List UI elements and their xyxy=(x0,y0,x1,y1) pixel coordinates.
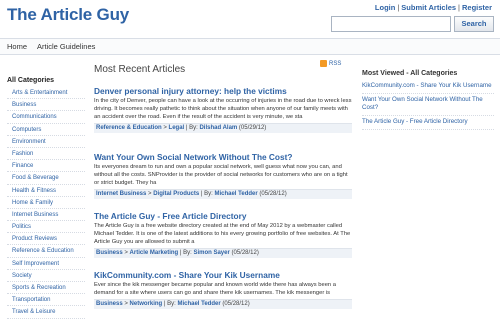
site-logo[interactable]: The Article Guy xyxy=(7,5,129,25)
article-meta: Internet Business > Digital Products | B… xyxy=(94,189,352,199)
sidebar-item-transportation[interactable]: Transportation xyxy=(7,294,85,307)
article-date: (05/28/12) xyxy=(259,191,287,197)
article-meta: Business > Article Marketing | By: Simon… xyxy=(94,248,352,258)
article-category-link[interactable]: Business xyxy=(96,301,123,307)
most-viewed-item[interactable]: The Article Guy - Free Article Directory xyxy=(362,116,494,130)
article-category-link[interactable]: Business xyxy=(96,250,123,256)
sidebar-item-internet-business[interactable]: Internet Business xyxy=(7,209,85,222)
article-author-link[interactable]: Michael Tedder xyxy=(214,191,257,197)
article-subcategory-link[interactable]: Digital Products xyxy=(153,191,199,197)
search-button[interactable]: Search xyxy=(454,16,494,32)
sidebar-item-home-family[interactable]: Home & Family xyxy=(7,197,85,209)
article-meta: Reference & Education > Legal | By: Dils… xyxy=(94,123,352,133)
article-item: The Article Guy - Free Article Directory… xyxy=(94,211,352,258)
article-item: Want Your Own Social Network Without The… xyxy=(94,152,352,199)
article-subcategory-link[interactable]: Networking xyxy=(130,301,163,307)
sidebar-item-arts-entertainment[interactable]: Arts & Entertainment xyxy=(7,87,85,100)
sidebar-item-business[interactable]: Business xyxy=(7,99,85,112)
sidebar-item-reference-education[interactable]: Reference & Education xyxy=(7,245,85,258)
most-viewed-item[interactable]: Want Your Own Social Network Without The… xyxy=(362,94,494,116)
article-item: KikCommunity.com - Share Your Kik Userna… xyxy=(94,270,352,309)
article-date: (05/29/12) xyxy=(238,125,267,131)
account-links: Login | Submit Articles | Register xyxy=(374,3,492,12)
article-author-link[interactable]: Michael Tedder xyxy=(177,301,220,307)
article-title[interactable]: Denver personal injury attorney: help th… xyxy=(94,86,352,96)
search-input[interactable] xyxy=(331,16,451,32)
article-subcategory-link[interactable]: Legal xyxy=(169,125,185,131)
article-excerpt: Ever since the kik messenger became popu… xyxy=(94,282,336,296)
rss-link[interactable]: RSS xyxy=(320,60,341,67)
sidebar-item-product-reviews[interactable]: Product Reviews xyxy=(7,233,85,246)
sidebar-item-politics[interactable]: Politics xyxy=(7,221,85,234)
article-item: Denver personal injury attorney: help th… xyxy=(94,86,352,133)
sidebar-title: All Categories xyxy=(7,77,55,84)
login-link[interactable]: Login xyxy=(375,3,395,12)
sidebar-item-health-fitness[interactable]: Health & Fitness xyxy=(7,185,85,197)
article-category-link[interactable]: Internet Business xyxy=(96,191,146,197)
article-by-label: By: xyxy=(167,301,176,307)
sidebar-item-communications[interactable]: Communications xyxy=(7,111,85,124)
article-subcategory-link[interactable]: Article Marketing xyxy=(130,250,179,256)
article-by-label: By: xyxy=(204,191,213,197)
article-date: (05/28/12) xyxy=(231,250,259,256)
article-date: (05/28/12) xyxy=(222,301,250,307)
sidebar-item-environment[interactable]: Environment xyxy=(7,136,85,148)
rss-label: RSS xyxy=(329,61,342,68)
article-by-label: By: xyxy=(183,250,192,256)
sidebar-item-finance[interactable]: Finance xyxy=(7,160,85,173)
nav-home[interactable]: Home xyxy=(7,42,27,51)
submit-articles-link[interactable]: Submit Articles xyxy=(401,3,456,12)
sidebar-item-self-improvement[interactable]: Self Improvement xyxy=(7,258,85,270)
category-sidebar: All Categories Arts & Entertainment Busi… xyxy=(7,77,85,319)
article-author-link[interactable]: Simon Sayer xyxy=(193,250,229,256)
article-excerpt: In the city of Denver, people can have a… xyxy=(94,98,352,120)
most-viewed-title: Most Viewed - All Categories xyxy=(362,70,458,77)
article-excerpt: The Article Guy is a free website direct… xyxy=(94,223,351,245)
article-title[interactable]: Want Your Own Social Network Without The… xyxy=(94,152,352,162)
article-excerpt: Its everyones dream to run and own a pop… xyxy=(94,164,348,186)
site-header: The Article Guy Login | Submit Articles | Re… xyxy=(0,0,500,38)
sidebar-item-society[interactable]: Society xyxy=(7,270,85,282)
sidebar-item-computers[interactable]: Computers xyxy=(7,124,85,136)
page-title: Most Recent Articles xyxy=(94,64,186,75)
article-title[interactable]: The Article Guy - Free Article Directory xyxy=(94,211,352,221)
register-link[interactable]: Register xyxy=(462,3,492,12)
rss-icon xyxy=(320,60,327,67)
sidebar-item-food-beverage[interactable]: Food & Beverage xyxy=(7,172,85,185)
article-by-label: By: xyxy=(189,125,198,131)
sidebar-item-fashion[interactable]: Fashion xyxy=(7,148,85,161)
article-author-link[interactable]: Dilshad Alam xyxy=(199,125,237,131)
most-viewed-panel: Most Viewed - All Categories KikCommunit… xyxy=(362,70,494,130)
main-nav: Home Article Guidelines xyxy=(0,38,500,55)
sidebar-item-sports-recreation[interactable]: Sports & Recreation xyxy=(7,282,85,295)
most-viewed-item[interactable]: KikCommunity.com - Share Your Kik Userna… xyxy=(362,80,494,94)
nav-article-guidelines[interactable]: Article Guidelines xyxy=(37,42,95,51)
sidebar-item-travel-leisure[interactable]: Travel & Leisure xyxy=(7,306,85,319)
article-category-link[interactable]: Reference & Education xyxy=(96,125,162,131)
article-title[interactable]: KikCommunity.com - Share Your Kik Userna… xyxy=(94,270,352,280)
article-meta: Business > Networking | By: Michael Tedd… xyxy=(94,299,352,309)
